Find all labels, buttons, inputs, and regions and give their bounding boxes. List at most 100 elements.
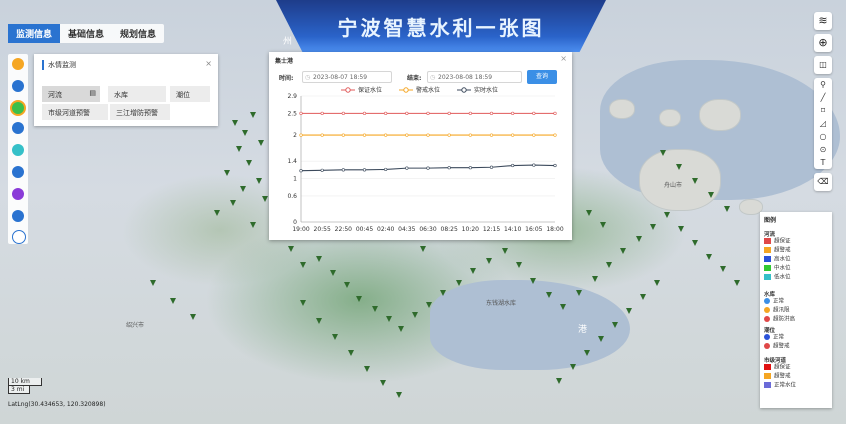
tab-planning[interactable]: 规划信息 <box>112 24 164 43</box>
panel-item-city-river-warning[interactable]: 市级河道预警 <box>42 104 108 120</box>
station-icon[interactable] <box>12 230 26 244</box>
station-marker[interactable] <box>640 294 646 300</box>
station-marker[interactable] <box>240 186 246 192</box>
station-marker[interactable] <box>692 178 698 184</box>
station-marker[interactable] <box>190 314 196 320</box>
station-marker[interactable] <box>456 280 462 286</box>
eraser-icon[interactable]: ⌫ <box>814 173 832 191</box>
station-marker[interactable] <box>586 210 592 216</box>
station-marker[interactable] <box>720 266 726 272</box>
panel-item-river[interactable]: 河流 ▤ <box>42 86 100 102</box>
panel-item-three-rivers-warning[interactable]: 三江增防预警 <box>110 104 170 120</box>
station-marker[interactable] <box>734 280 740 286</box>
station-marker[interactable] <box>242 130 248 136</box>
close-icon[interactable]: × <box>560 54 567 63</box>
station-marker[interactable] <box>560 304 566 310</box>
station-marker[interactable] <box>678 226 684 232</box>
station-marker[interactable] <box>250 222 256 228</box>
globe-icon[interactable]: ⊕ <box>814 34 832 52</box>
station-marker[interactable] <box>606 262 612 268</box>
weather-icon[interactable] <box>12 58 24 70</box>
station-marker[interactable] <box>224 170 230 176</box>
station-marker[interactable] <box>570 364 576 370</box>
station-marker[interactable] <box>316 256 322 262</box>
station-marker[interactable] <box>396 392 402 398</box>
camera-icon[interactable] <box>12 122 24 134</box>
station-marker[interactable] <box>470 268 476 274</box>
water-level-icon[interactable] <box>10 100 26 116</box>
station-marker[interactable] <box>316 318 322 324</box>
station-marker[interactable] <box>380 380 386 386</box>
station-marker[interactable] <box>620 248 626 254</box>
station-marker[interactable] <box>250 112 256 118</box>
reservoir-icon[interactable] <box>12 144 24 156</box>
station-marker[interactable] <box>364 366 370 372</box>
station-marker[interactable] <box>398 326 404 332</box>
station-marker[interactable] <box>724 206 730 212</box>
end-time-input[interactable]: 2023-08-08 18:59 <box>427 71 522 84</box>
station-marker[interactable] <box>516 262 522 268</box>
station-marker[interactable] <box>600 222 606 228</box>
pump-icon[interactable] <box>12 188 24 200</box>
gate-icon[interactable] <box>12 166 24 178</box>
station-marker[interactable] <box>356 296 362 302</box>
tab-monitoring[interactable]: 监测信息 <box>8 24 61 43</box>
line-icon[interactable]: ╱ <box>814 91 832 104</box>
circle-icon[interactable]: ○ <box>814 130 832 143</box>
station-marker[interactable] <box>440 290 446 296</box>
close-icon[interactable]: × <box>205 59 212 68</box>
station-marker[interactable] <box>576 290 582 296</box>
station-marker[interactable] <box>420 246 426 252</box>
station-marker[interactable] <box>636 236 642 242</box>
station-marker[interactable] <box>170 298 176 304</box>
layers-icon[interactable]: ≋ <box>814 12 832 30</box>
polygon-icon[interactable]: ◿ <box>814 117 832 130</box>
station-marker[interactable] <box>348 350 354 356</box>
station-marker[interactable] <box>332 334 338 340</box>
station-marker[interactable] <box>546 292 552 298</box>
station-marker[interactable] <box>556 378 562 384</box>
panel-item-tide[interactable]: 潮位 <box>170 86 210 102</box>
station-marker[interactable] <box>246 160 252 166</box>
station-marker[interactable] <box>412 312 418 318</box>
station-marker[interactable] <box>150 280 156 286</box>
station-marker[interactable] <box>676 164 682 170</box>
station-marker[interactable] <box>650 224 656 230</box>
station-marker[interactable] <box>502 248 508 254</box>
video-icon[interactable] <box>12 210 24 222</box>
station-marker[interactable] <box>530 278 536 284</box>
station-marker[interactable] <box>230 200 236 206</box>
station-marker[interactable] <box>692 240 698 246</box>
station-marker[interactable] <box>300 300 306 306</box>
station-marker[interactable] <box>330 270 336 276</box>
station-marker[interactable] <box>214 210 220 216</box>
station-marker[interactable] <box>386 316 392 322</box>
station-marker[interactable] <box>592 276 598 282</box>
station-marker[interactable] <box>426 302 432 308</box>
station-marker[interactable] <box>598 336 604 342</box>
station-marker[interactable] <box>708 192 714 198</box>
pin-icon[interactable]: ⚲ <box>814 78 832 91</box>
station-marker[interactable] <box>654 280 660 286</box>
station-marker[interactable] <box>612 322 618 328</box>
station-marker[interactable] <box>258 140 264 146</box>
station-marker[interactable] <box>486 258 492 264</box>
stack-icon[interactable]: ◫ <box>814 56 832 74</box>
station-marker[interactable] <box>256 178 262 184</box>
station-marker[interactable] <box>344 282 350 288</box>
rect-icon[interactable]: ⌑ <box>814 104 832 117</box>
station-marker[interactable] <box>262 196 268 202</box>
station-marker[interactable] <box>626 308 632 314</box>
panel-item-reservoir[interactable]: 水库 <box>108 86 166 102</box>
station-marker[interactable] <box>660 150 666 156</box>
station-marker[interactable] <box>236 146 242 152</box>
query-button[interactable]: 查询 <box>527 70 557 84</box>
text-icon[interactable]: T <box>814 156 832 169</box>
start-time-input[interactable]: 2023-08-07 18:59 <box>302 71 392 84</box>
station-marker[interactable] <box>300 262 306 268</box>
station-marker[interactable] <box>288 246 294 252</box>
station-marker[interactable] <box>372 306 378 312</box>
station-marker[interactable] <box>706 254 712 260</box>
station-marker[interactable] <box>232 120 238 126</box>
tab-basic-info[interactable]: 基础信息 <box>60 24 112 43</box>
